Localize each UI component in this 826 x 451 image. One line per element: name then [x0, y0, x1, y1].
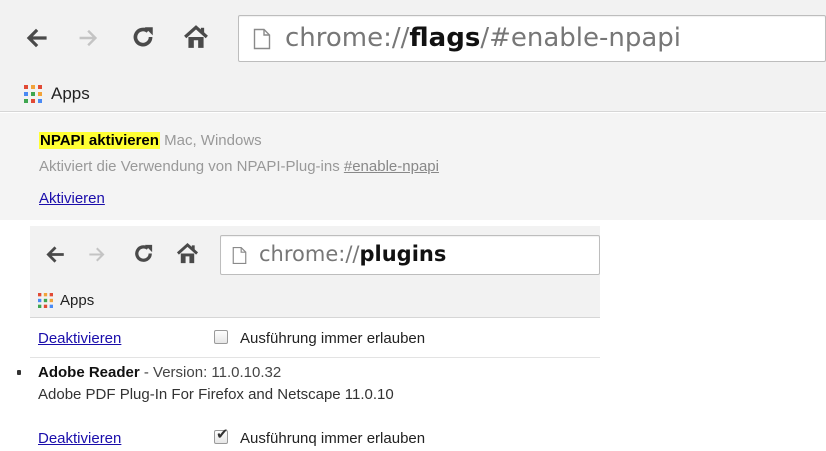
- stray-mark: [17, 370, 21, 375]
- url-text: chrome://plugins: [259, 242, 446, 266]
- plugin-info: Adobe Reader - Version: 11.0.10.32 Adobe…: [30, 362, 600, 412]
- bookmarks-bar: Apps: [0, 76, 826, 112]
- plugin-control-row: Deaktivieren Ausführung immer erlauben: [30, 326, 600, 356]
- apps-grid-icon[interactable]: [24, 85, 42, 103]
- plugin-control-row: Deaktivieren ✔ Ausführunq immer erlauben: [30, 426, 600, 451]
- reload-icon[interactable]: [130, 24, 156, 50]
- url-text: chrome://flags/#enable-npapi: [285, 23, 681, 53]
- forward-icon[interactable]: [78, 27, 100, 49]
- address-bar[interactable]: chrome://flags/#enable-npapi: [238, 15, 826, 62]
- back-icon[interactable]: [24, 26, 48, 50]
- url-host: plugins: [359, 242, 447, 266]
- reload-icon[interactable]: [132, 242, 155, 265]
- plugin-heading: Adobe Reader - Version: 11.0.10.32: [38, 364, 281, 381]
- url-path: /#enable-npapi: [480, 23, 682, 53]
- disable-plugin-link[interactable]: Deaktivieren: [38, 330, 121, 347]
- plugin-version: - Version: 11.0.10.32: [139, 364, 282, 381]
- apps-label[interactable]: Apps: [60, 292, 94, 309]
- disable-plugin-link[interactable]: Deaktivieren: [38, 430, 121, 447]
- enable-flag-link[interactable]: Aktivieren: [39, 190, 105, 207]
- always-allow-label: Ausführunq immer erlauben: [240, 430, 426, 447]
- url-scheme: chrome://: [285, 23, 410, 53]
- always-allow-label: Ausführung immer erlauben: [240, 330, 426, 347]
- flag-platforms: Mac, Windows: [164, 132, 262, 149]
- back-icon[interactable]: [44, 244, 65, 265]
- flag-anchor-link[interactable]: #enable-npapi: [344, 158, 439, 175]
- flags-screenshot: chrome://flags/#enable-npapi Apps NPAPI …: [0, 0, 826, 220]
- checkbox-icon[interactable]: [214, 330, 228, 344]
- plugin-description: Adobe PDF Plug-In For Firefox and Netsca…: [38, 386, 394, 403]
- flag-description: Aktiviert die Verwendung von NPAPI-Plug-…: [39, 158, 439, 175]
- apps-grid-icon[interactable]: [38, 293, 53, 308]
- flag-title: NPAPI aktivieren Mac, Windows: [39, 132, 262, 149]
- flag-description-text: Aktiviert die Verwendung von NPAPI-Plug-…: [39, 158, 340, 175]
- plugins-screenshot: chrome://plugins Apps Deaktivieren Ausfü…: [30, 226, 600, 451]
- page-icon: [232, 247, 247, 264]
- apps-label[interactable]: Apps: [51, 84, 90, 104]
- home-icon[interactable]: [183, 24, 209, 50]
- bookmarks-bar: Apps: [30, 282, 600, 318]
- url-scheme: chrome://: [259, 242, 360, 266]
- plugin-name: Adobe Reader: [38, 364, 140, 381]
- plugins-toolbar: chrome://plugins: [30, 226, 600, 282]
- flag-name: NPAPI aktivieren: [39, 132, 160, 149]
- checkbox-icon[interactable]: ✔: [214, 426, 229, 444]
- url-host: flags: [409, 23, 481, 53]
- forward-icon[interactable]: [88, 245, 107, 264]
- row-divider: [30, 357, 600, 358]
- address-bar[interactable]: chrome://plugins: [220, 235, 600, 275]
- home-icon[interactable]: [176, 242, 199, 265]
- page-icon: [253, 28, 271, 50]
- checkmark-icon: ✔: [216, 426, 229, 443]
- flags-toolbar: chrome://flags/#enable-npapi: [0, 0, 826, 76]
